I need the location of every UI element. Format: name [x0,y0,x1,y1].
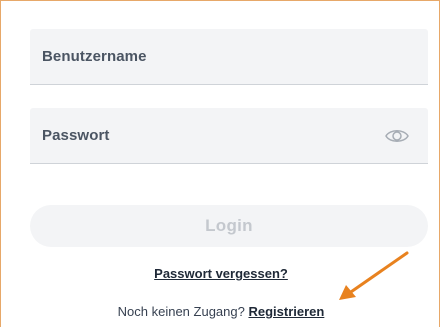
forgot-password-link[interactable]: Passwort vergessen? [154,266,288,281]
register-row: Noch keinen Zugang? Registrieren [1,304,440,319]
password-input[interactable] [30,108,428,163]
eye-icon[interactable] [384,125,410,147]
username-field-container [30,29,428,85]
username-input[interactable] [30,29,428,84]
register-link[interactable]: Registrieren [248,304,324,319]
forgot-password-row: Passwort vergessen? [1,266,440,281]
login-button[interactable]: Login [30,205,428,247]
password-field-container [30,108,428,164]
no-account-text: Noch keinen Zugang? [117,304,245,319]
login-panel: Login Passwort vergessen? Noch keinen Zu… [0,0,440,327]
